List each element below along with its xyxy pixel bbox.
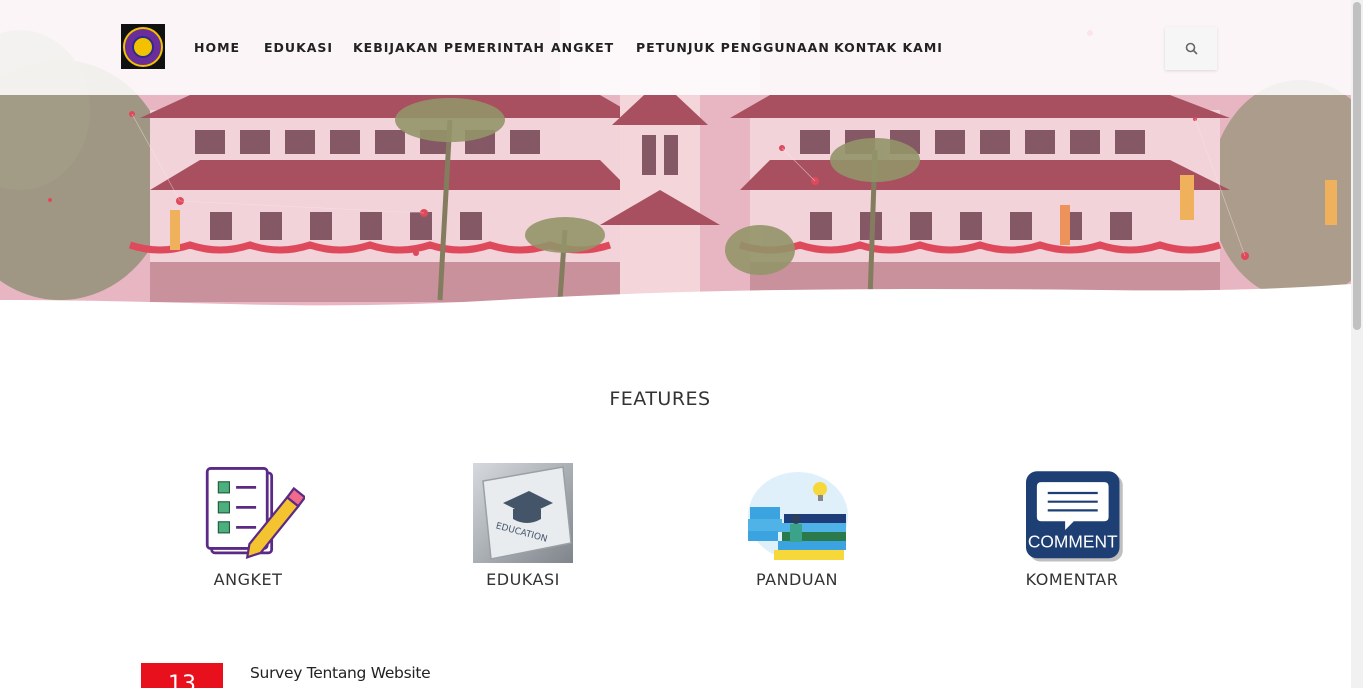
logo-emblem — [123, 26, 163, 67]
nav-petunjuk-penggunaan[interactable]: PETUNJUK PENGGUNAAN — [636, 40, 830, 55]
feature-label: KOMENTAR — [1025, 570, 1119, 589]
scrollbar[interactable] — [1351, 0, 1363, 688]
search-icon — [1185, 42, 1198, 55]
scrollbar-thumb[interactable] — [1353, 2, 1361, 330]
features-heading: FEATURES — [609, 388, 711, 410]
site-logo[interactable] — [121, 24, 165, 69]
search-button[interactable] — [1165, 27, 1217, 70]
nav-edukasi[interactable]: EDUKASI — [264, 40, 333, 55]
hero-banner: HOME EDUKASI KEBIJAKAN PEMERINTAH ANGKET PET… — [0, 0, 1351, 312]
post-date-badge: 13 — [141, 663, 223, 688]
nav-home[interactable]: HOME — [194, 40, 240, 55]
nav-kontak-kami[interactable]: KONTAK KAMI — [834, 40, 943, 55]
guide-books-icon — [748, 472, 848, 560]
questionnaire-icon — [205, 467, 305, 559]
feature-label: ANGKET — [213, 570, 283, 589]
comment-icon-text: COMMENT — [1028, 531, 1118, 551]
feature-label: PANDUAN — [756, 570, 838, 589]
post-title[interactable]: Survey Tentang Website — [250, 664, 431, 682]
page: HOME EDUKASI KEBIJAKAN PEMERINTAH ANGKET PET… — [0, 0, 1363, 688]
education-key-icon: EDUCATION — [473, 463, 573, 563]
comment-icon: COMMENT — [1026, 471, 1123, 562]
nav-angket[interactable]: ANGKET — [551, 40, 614, 55]
navbar: HOME EDUKASI KEBIJAKAN PEMERINTAH ANGKET PET… — [0, 0, 1351, 95]
nav-kebijakan-pemerintah[interactable]: KEBIJAKAN PEMERINTAH — [353, 40, 545, 55]
feature-label: EDUKASI — [486, 570, 560, 589]
